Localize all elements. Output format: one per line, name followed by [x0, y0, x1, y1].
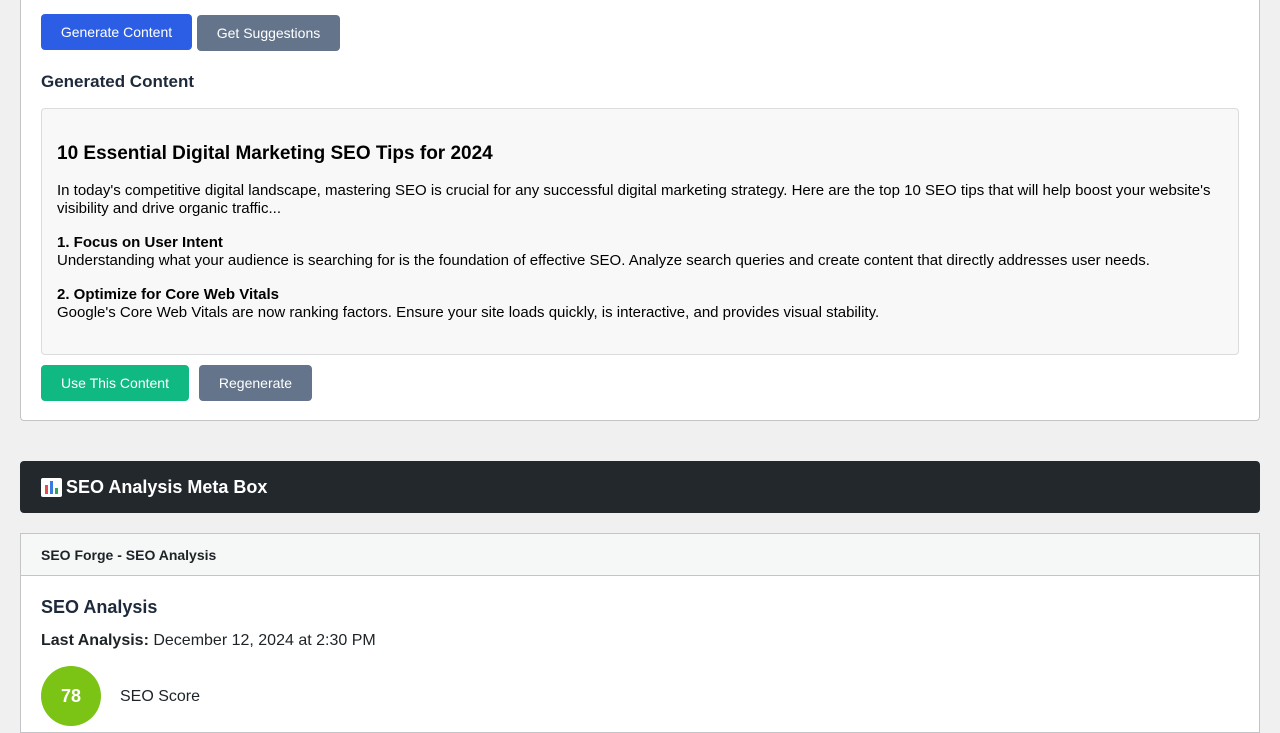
use-this-content-button[interactable]: Use This Content	[41, 365, 189, 401]
meta-box-title-bar[interactable]: SEO Forge - SEO Analysis	[21, 534, 1259, 576]
tip-body: Understanding what your audience is sear…	[57, 252, 1150, 269]
get-suggestions-button[interactable]: Get Suggestions	[197, 15, 340, 51]
last-analysis-row: Last Analysis: December 12, 2024 at 2:30…	[41, 632, 376, 650]
seo-score-label: SEO Score	[120, 688, 201, 705]
tip-heading: 1. Focus on User Intent	[57, 234, 223, 251]
seo-analysis-heading: SEO Analysis	[41, 597, 158, 617]
regenerate-button[interactable]: Regenerate	[199, 365, 312, 401]
bar-chart-icon	[41, 477, 62, 497]
generated-content-box: 10 Essential Digital Marketing SEO Tips …	[41, 108, 1239, 355]
article-title: 10 Essential Digital Marketing SEO Tips …	[57, 143, 493, 164]
seo-score-circle: 78	[41, 666, 101, 726]
last-analysis-label: Last Analysis:	[41, 632, 149, 649]
meta-box-title: SEO Forge - SEO Analysis	[41, 546, 217, 563]
tip-heading: 2. Optimize for Core Web Vitals	[57, 286, 279, 303]
seo-meta-box-section-header: SEO Analysis Meta Box	[20, 461, 1260, 513]
generate-content-button[interactable]: Generate Content	[41, 14, 192, 50]
tip-item: 1. Focus on User Intent Understanding wh…	[57, 234, 1232, 270]
tip-item: 2. Optimize for Core Web Vitals Google's…	[57, 286, 1232, 322]
last-analysis-value: December 12, 2024 at 2:30 PM	[153, 632, 376, 649]
tip-body: Google's Core Web Vitals are now ranking…	[57, 304, 880, 321]
content-generator-panel: Generate Content Get Suggestions Generat…	[20, 0, 1260, 421]
seo-analysis-meta-box: SEO Forge - SEO Analysis SEO Analysis La…	[20, 533, 1260, 733]
generated-content-heading: Generated Content	[41, 72, 195, 91]
section-title: SEO Analysis Meta Box	[66, 476, 268, 497]
article-intro: In today's competitive digital landscape…	[57, 182, 1211, 217]
